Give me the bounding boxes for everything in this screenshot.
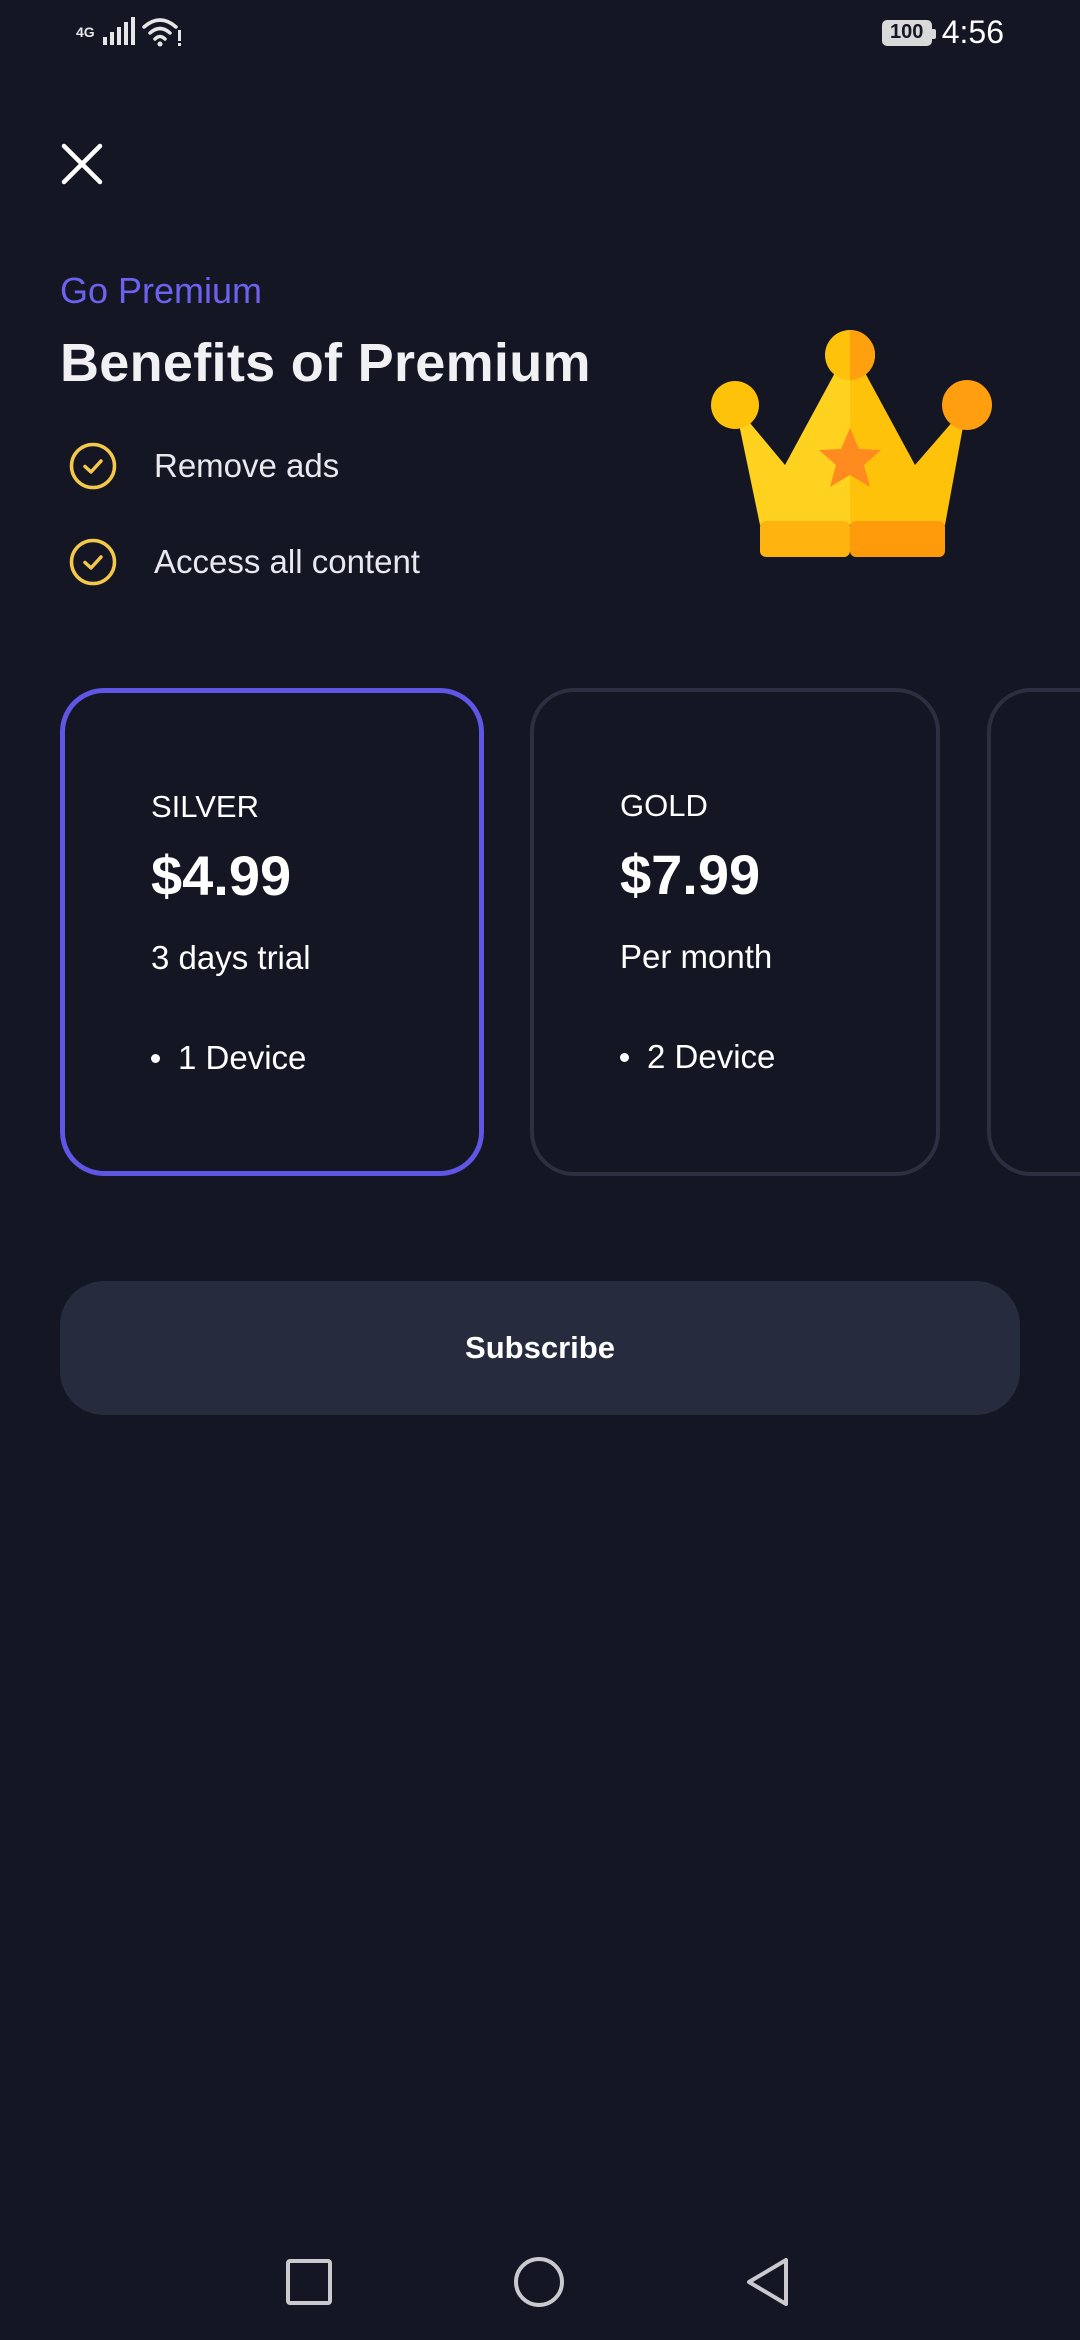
wifi-icon bbox=[141, 18, 181, 47]
plan-feature: 1 Device bbox=[151, 1039, 306, 1077]
plan-carousel[interactable]: SILVER $4.99 3 days trial 1 Device GOLD … bbox=[60, 688, 1080, 1178]
nav-back-button[interactable] bbox=[739, 2252, 799, 2312]
system-nav-bar bbox=[0, 2230, 1080, 2340]
network-type: 4G bbox=[76, 24, 95, 40]
benefit-label: Remove ads bbox=[154, 447, 340, 484]
benefit-label: Access all content bbox=[154, 543, 420, 580]
plan-period: Per month bbox=[620, 938, 773, 975]
plan-card-gold[interactable]: GOLD $7.99 Per month 2 Device bbox=[530, 688, 940, 1176]
bullet-icon bbox=[620, 1052, 629, 1062]
status-right: 100 4:56 bbox=[881, 14, 1004, 51]
close-icon bbox=[61, 143, 103, 185]
plan-card-next-partial[interactable] bbox=[987, 688, 1080, 1176]
page-title: Benefits of Premium bbox=[60, 333, 591, 393]
plan-feature: 2 Device bbox=[620, 1038, 775, 1076]
plan-price: $4.99 bbox=[151, 844, 292, 907]
nav-home-icon bbox=[514, 2257, 564, 2307]
bullet-icon bbox=[151, 1053, 160, 1063]
benefit-item-access-content: Access all content bbox=[68, 537, 420, 587]
close-button[interactable] bbox=[56, 138, 108, 190]
plan-period: 3 days trial bbox=[151, 939, 311, 976]
plan-feature-label: 2 Device bbox=[647, 1038, 776, 1075]
go-premium-label: Go Premium bbox=[60, 270, 263, 311]
subscribe-button[interactable]: Subscribe bbox=[60, 1281, 1020, 1415]
clock: 4:56 bbox=[941, 14, 1004, 50]
plan-card-silver[interactable]: SILVER $4.99 3 days trial 1 Device bbox=[60, 688, 484, 1176]
status-bar: 4G 100 4:56 bbox=[0, 0, 1080, 72]
battery-icon: 100 bbox=[881, 19, 936, 46]
check-circle-icon bbox=[69, 442, 117, 490]
plan-tier: GOLD bbox=[620, 788, 708, 823]
plan-feature-label: 1 Device bbox=[178, 1039, 307, 1076]
status-left: 4G bbox=[76, 16, 183, 48]
battery-level: 100 bbox=[890, 21, 924, 43]
nav-back-icon bbox=[747, 2258, 788, 2306]
check-circle-icon bbox=[69, 538, 117, 586]
signal-icon bbox=[102, 17, 135, 45]
nav-recents-button[interactable] bbox=[279, 2252, 339, 2312]
plan-tier: SILVER bbox=[151, 789, 259, 824]
benefit-item-remove-ads: Remove ads bbox=[68, 441, 339, 491]
plan-price: $7.99 bbox=[620, 843, 761, 906]
crown-icon bbox=[711, 330, 992, 557]
nav-home-button[interactable] bbox=[509, 2252, 569, 2312]
nav-recents-icon bbox=[286, 2259, 332, 2305]
